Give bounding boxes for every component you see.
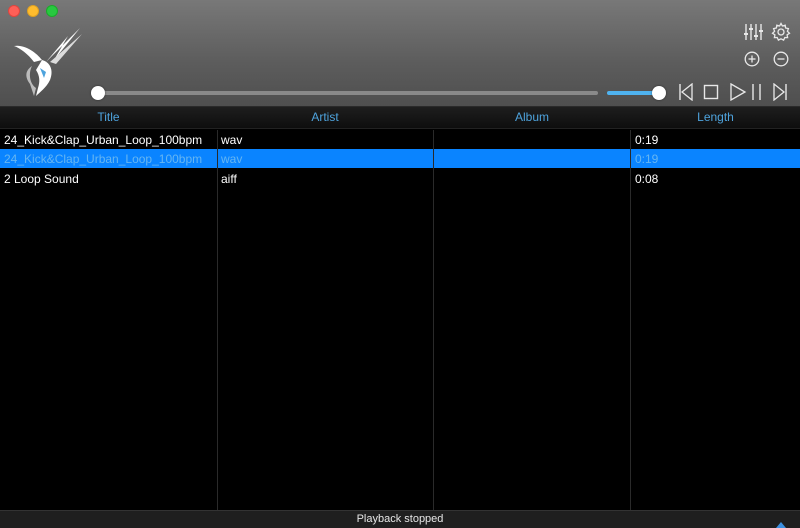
column-divider [630, 130, 631, 510]
playlist-table: 24_Kick&Clap_Urban_Loop_100bpm wav 0:19 24_… [0, 130, 800, 510]
next-track-icon [773, 83, 787, 101]
status-toggle-button[interactable] [775, 516, 787, 528]
triangle-up-icon [776, 522, 786, 528]
table-row[interactable]: 2 Loop Sound aiff 0:08 [0, 169, 800, 188]
track-length: 0:19 [635, 152, 659, 167]
track-artist: aiff [221, 171, 237, 186]
previous-track-icon [679, 83, 693, 101]
player-window: Title Artist Album Length 24_Kick&Clap_U… [0, 0, 800, 528]
playback-status: Playback stopped [356, 513, 444, 525]
add-track-button[interactable] [744, 51, 760, 67]
remove-track-button[interactable] [773, 51, 789, 67]
equalizer-button[interactable] [743, 23, 763, 41]
play-pause-icon [730, 83, 761, 101]
window-close-button[interactable] [8, 5, 20, 17]
window-maximize-button[interactable] [46, 5, 58, 17]
status-bar: Playback stopped [0, 510, 800, 528]
toolbar [0, 0, 800, 107]
seek-slider[interactable] [96, 91, 598, 95]
stop-icon [703, 84, 719, 100]
stop-button[interactable] [703, 84, 719, 100]
table-row[interactable]: 24_Kick&Clap_Urban_Loop_100bpm wav 0:19 [0, 130, 800, 149]
playlist-header: Title Artist Album Length [0, 107, 800, 129]
next-track-button[interactable] [772, 83, 788, 101]
track-length: 0:08 [635, 171, 659, 186]
track-artist: wav [221, 133, 243, 147]
track-title: 2 Loop Sound [4, 171, 79, 186]
column-divider [217, 130, 218, 510]
window-minimize-button[interactable] [27, 5, 39, 17]
track-length: 0:19 [635, 133, 659, 147]
track-title: 24_Kick&Clap_Urban_Loop_100bpm [4, 152, 203, 167]
play-pause-button[interactable] [729, 83, 765, 101]
column-header-title[interactable]: Title [0, 110, 217, 124]
minus-circle-icon [773, 51, 789, 67]
previous-track-button[interactable] [678, 83, 694, 101]
column-header-album[interactable]: Album [433, 110, 631, 124]
column-divider [433, 130, 434, 510]
plus-circle-icon [744, 51, 760, 67]
hummingbird-logo-icon [14, 28, 82, 96]
seek-slider-handle[interactable] [91, 86, 105, 100]
gear-icon [771, 22, 791, 41]
settings-button[interactable] [771, 22, 791, 42]
track-title: 24_Kick&Clap_Urban_Loop_100bpm [4, 133, 203, 147]
volume-slider-handle[interactable] [652, 86, 666, 100]
equalizer-icon [744, 24, 763, 40]
column-header-artist[interactable]: Artist [217, 110, 433, 124]
table-row[interactable]: 24_Kick&Clap_Urban_Loop_100bpm wav 0:19 [0, 149, 800, 169]
track-artist: wav [221, 152, 243, 167]
column-header-length[interactable]: Length [631, 110, 800, 124]
